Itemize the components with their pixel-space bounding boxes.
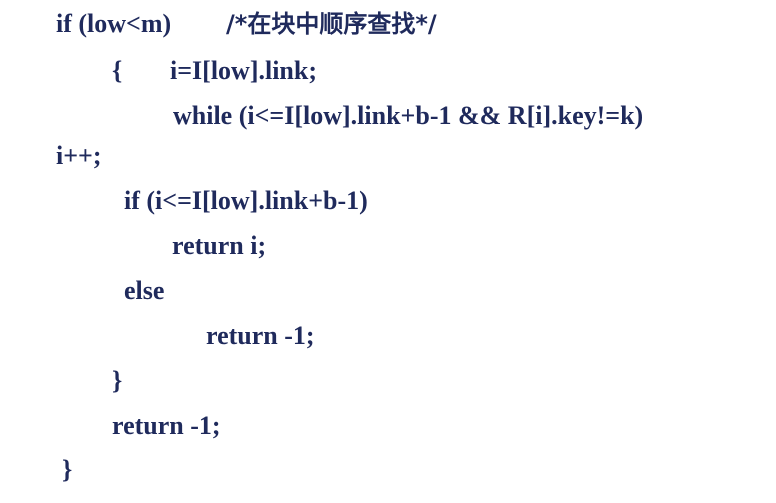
code-line-assign-i: i=I[low].link; [170,56,317,85]
close-brace-inner: } [112,366,123,395]
open-brace: { [112,56,123,85]
code-line-if-low: if (low<m) [56,9,172,38]
code-slide: if (low<m) /*在块中顺序查找*/ { i=I[low].link; … [0,0,776,503]
code-line-else: else [124,276,165,305]
code-line-return-i: return i; [172,231,267,260]
code-line-while: while (i<=I[low].link+b-1 && R[i].key!=k… [173,101,644,130]
code-line-return-minus-one-inner: return -1; [206,321,315,350]
code-comment-sequential-search: /*在块中顺序查找*/ [226,10,437,38]
close-brace-outer: } [62,455,73,484]
code-line-if-check: if (i<=I[low].link+b-1) [124,186,368,215]
code-line-increment: i++; [56,141,102,170]
code-line-return-minus-one: return -1; [112,411,221,440]
